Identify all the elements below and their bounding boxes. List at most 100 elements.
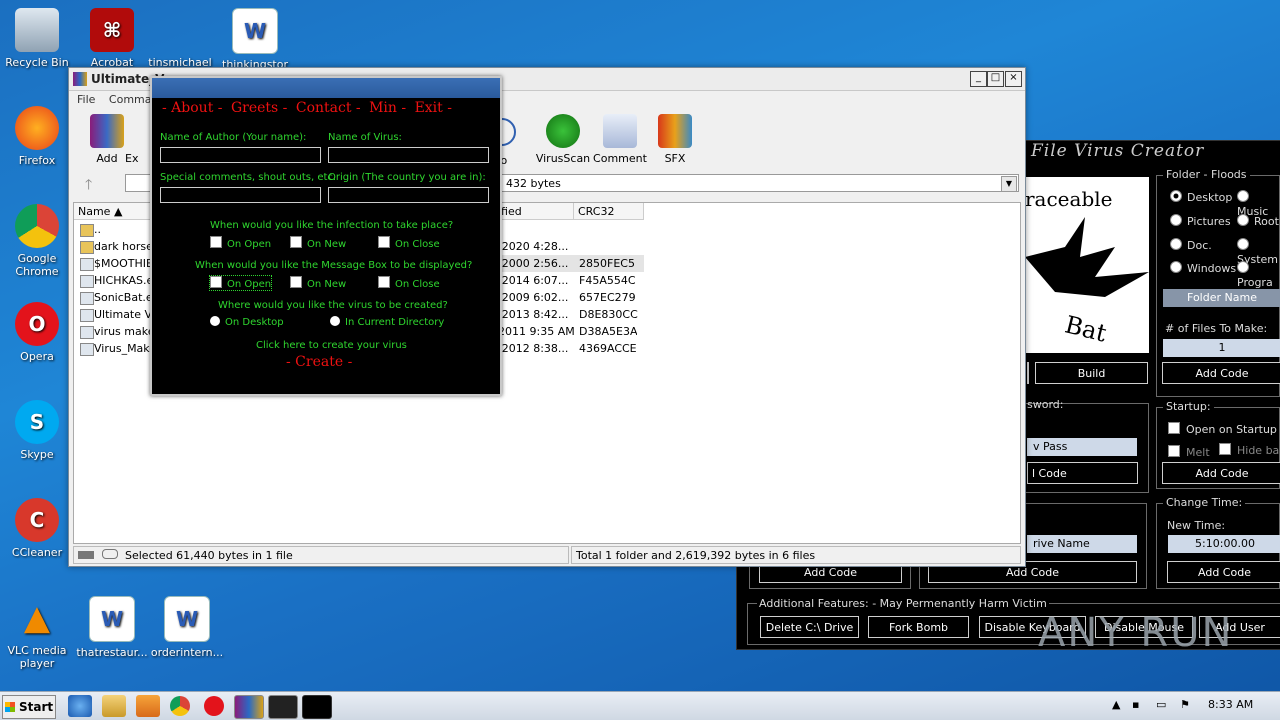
opera-taskbar-icon[interactable] — [204, 696, 224, 716]
infection-on-open-checkbox[interactable]: On Open — [210, 236, 271, 250]
password-add-code-button[interactable]: l Code — [1027, 462, 1138, 484]
group-title: Startup: — [1163, 400, 1214, 413]
explorer-icon[interactable] — [102, 695, 126, 717]
file-crc: 4369ACCE — [579, 342, 637, 355]
firefox-icon — [15, 106, 59, 150]
chrome-taskbar-icon[interactable] — [170, 696, 190, 716]
click-here-link[interactable]: Click here to create your virus — [256, 340, 407, 351]
clock[interactable]: 8:33 AM — [1208, 698, 1253, 711]
column-header-modified[interactable]: ified — [494, 203, 574, 220]
msgbox-on-open-checkbox[interactable]: On Open — [208, 275, 273, 291]
column-header-crc[interactable]: CRC32 — [574, 203, 644, 220]
file-crc: 2850FEC5 — [579, 257, 635, 270]
new-time-field[interactable]: 5:10:00.00 — [1168, 535, 1280, 553]
desktop-icon-recycle-bin[interactable]: Recycle Bin — [0, 8, 74, 69]
tool-label: SFX — [664, 152, 686, 165]
desktop-icon-thatrestaur[interactable]: W thatrestaur... — [75, 596, 149, 659]
desktop-icon-thinkingstor[interactable]: W thinkingstor — [218, 8, 292, 71]
flag-icon[interactable]: ⚑ — [1180, 698, 1190, 711]
action-center-icon[interactable]: ▭ — [1156, 698, 1166, 711]
desktop-icon-vlc[interactable]: ▲ VLC media player — [0, 596, 74, 670]
additional-features-title: Additional Features: - May Permenantly H… — [757, 597, 1049, 610]
build-button[interactable]: Build — [1035, 362, 1148, 384]
ccleaner-icon: C — [15, 498, 59, 542]
open-on-startup-checkbox[interactable]: Open on Startup — [1168, 422, 1277, 436]
chrome-icon — [15, 204, 59, 248]
delete-drive-button[interactable]: Delete C:\ Drive — [760, 616, 859, 638]
menu-file[interactable]: File — [77, 93, 95, 106]
virus-name-input[interactable] — [328, 147, 489, 163]
radio-pictures[interactable]: Pictures — [1170, 214, 1231, 229]
desktop-icon-opera[interactable]: O Opera — [0, 302, 74, 363]
hide-checkbox[interactable]: Hide ba — [1219, 443, 1279, 457]
desktop-icon-label: Recycle Bin — [5, 56, 69, 69]
anyrun-watermark: ANY RUN — [1038, 610, 1234, 656]
radio-icon — [1237, 238, 1249, 250]
folder-add-code-button[interactable]: Add Code — [1162, 362, 1280, 384]
file-icon — [80, 309, 94, 322]
start-button[interactable]: Start — [2, 695, 56, 719]
radio-desktop[interactable]: Desktop — [1170, 190, 1232, 205]
file-crc: D8E830CC — [579, 308, 638, 321]
create-button[interactable]: - Create - — [286, 354, 352, 370]
current-directory-radio[interactable]: In Current Directory — [330, 316, 444, 328]
network-icon[interactable]: ▪ — [1132, 698, 1139, 711]
radio-program[interactable]: Progra — [1237, 261, 1280, 290]
desktop-icon-label: VLC media player — [7, 644, 67, 670]
sonicbat-taskbar-icon[interactable] — [268, 695, 298, 719]
startup-add-code-button[interactable]: Add Code — [1162, 462, 1280, 484]
password-field[interactable]: v Pass — [1027, 438, 1137, 456]
msgbox-question: When would you like the Message Box to b… — [195, 260, 473, 271]
on-desktop-radio[interactable]: On Desktop — [210, 316, 284, 328]
ie-icon[interactable] — [68, 695, 92, 717]
contact-link[interactable]: Contact - — [296, 100, 361, 116]
comments-input[interactable] — [160, 187, 321, 203]
files-to-make-field[interactable]: 1 — [1163, 339, 1280, 357]
author-input[interactable] — [160, 147, 321, 163]
time-add-code-button[interactable]: Add Code — [1167, 561, 1280, 583]
desktop-icon-skype[interactable]: S Skype — [0, 400, 74, 461]
desktop-icon-acrobat[interactable]: ⌘ Acrobat — [75, 8, 149, 69]
tray-arrow-icon[interactable]: ▲ — [1112, 698, 1120, 711]
greets-link[interactable]: Greets - — [231, 100, 287, 116]
origin-input[interactable] — [328, 187, 489, 203]
checkbox-icon — [210, 236, 222, 248]
desktop-icon-chrome[interactable]: Google Chrome — [0, 204, 74, 278]
about-link[interactable]: - About - — [162, 100, 223, 116]
taskbar: Start ▲ ▪ ▭ ⚑ 8:33 AM — [0, 691, 1280, 720]
infection-on-close-checkbox[interactable]: On Close — [378, 236, 440, 250]
msgbox-on-new-checkbox[interactable]: On New — [290, 276, 346, 290]
virus-maker-taskbar-icon[interactable] — [302, 695, 332, 719]
desktop-icon-ccleaner[interactable]: C CCleaner — [0, 498, 74, 559]
desktop-icon-orderintern[interactable]: W orderintern... — [150, 596, 224, 659]
status-left: Selected 61,440 bytes in 1 file — [73, 546, 569, 564]
maximize-button[interactable]: □ — [987, 71, 1004, 87]
radio-doc[interactable]: Doc. — [1170, 238, 1212, 253]
comments-label: Special comments, shout outs, etc. — [160, 172, 337, 183]
radio-windows[interactable]: Windows — [1170, 261, 1236, 276]
desktop-icon-tinsmichael[interactable]: tinsmichael — [143, 8, 217, 69]
msgbox-on-close-checkbox[interactable]: On Close — [378, 276, 440, 290]
desktop-icon-label: thatrestaur... — [76, 646, 148, 659]
minimize-button[interactable]: _ — [970, 71, 987, 87]
winrar-taskbar-icon[interactable] — [234, 695, 264, 719]
exit-link[interactable]: Exit - — [415, 100, 452, 116]
sfx-tool[interactable]: SFX — [647, 114, 703, 165]
min-link[interactable]: Min - — [369, 100, 406, 116]
infection-on-new-checkbox[interactable]: On New — [290, 236, 346, 250]
drive-name-field[interactable]: rive Name — [1027, 535, 1137, 553]
drive-icon — [78, 551, 94, 559]
small-button[interactable] — [1027, 362, 1029, 384]
folder-name-field[interactable]: Folder Name — [1163, 289, 1280, 307]
status-right: Total 1 folder and 2,619,392 bytes in 6 … — [571, 546, 1021, 564]
melt-checkbox[interactable]: Melt — [1168, 445, 1210, 459]
close-button[interactable]: × — [1005, 71, 1022, 87]
virusscan-tool[interactable]: VirusScan — [535, 114, 591, 165]
up-arrow-icon[interactable]: 🡑 — [85, 174, 92, 198]
dropdown-arrow-icon[interactable]: ▼ — [1001, 176, 1017, 192]
comment-tool[interactable]: Comment — [592, 114, 648, 165]
fork-bomb-button[interactable]: Fork Bomb — [868, 616, 969, 638]
media-player-icon[interactable] — [136, 695, 160, 717]
desktop-icon-firefox[interactable]: Firefox — [0, 106, 74, 167]
radio-root[interactable]: Root — [1237, 214, 1279, 229]
